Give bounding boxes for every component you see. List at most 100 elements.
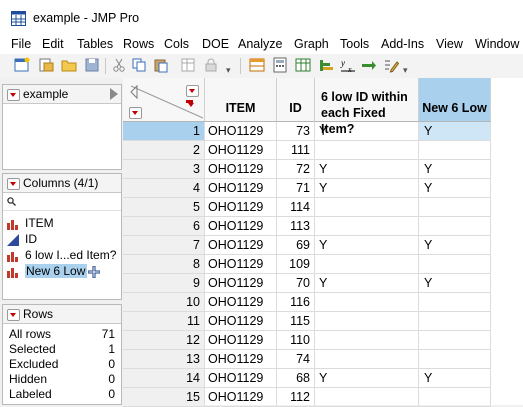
row-number[interactable]: 9 [123,274,205,293]
cell-item[interactable]: OHO1129 [205,274,277,293]
pencil-icon[interactable] [383,57,399,73]
cell-id[interactable]: 113 [277,217,315,236]
cell-new6[interactable] [419,388,491,407]
table-row[interactable]: 12 OHO1129 110 [123,331,523,350]
menu-file[interactable]: File [11,37,31,51]
columns-red-triangle-icon[interactable] [186,85,199,97]
table-icon[interactable] [295,57,311,73]
menu-add-ins[interactable]: Add-Ins [381,37,424,51]
table-row[interactable]: 15 OHO1129 112 [123,388,523,407]
cell-id[interactable]: 73 [277,122,315,141]
table-row[interactable]: 10 OHO1129 116 [123,293,523,312]
column-header-id[interactable]: ID [277,78,315,122]
menu-window[interactable]: Window [475,37,519,51]
cell-new6[interactable]: Y [419,179,491,198]
cell-new6[interactable]: Y [419,274,491,293]
cell-six[interactable] [315,255,419,274]
data-grid-icon[interactable] [249,57,265,73]
cell-six[interactable] [315,312,419,331]
cell-item[interactable]: OHO1129 [205,331,277,350]
cell-item[interactable]: OHO1129 [205,350,277,369]
cell-six[interactable] [315,217,419,236]
column-search-input[interactable] [3,193,121,211]
cell-item[interactable]: OHO1129 [205,160,277,179]
cell-id[interactable]: 109 [277,255,315,274]
menu-analyze[interactable]: Analyze [238,37,282,51]
cell-id[interactable]: 68 [277,369,315,388]
column-header-new-6-low[interactable]: New 6 Low [419,78,491,122]
column-header-item[interactable]: ITEM [205,78,277,122]
row-number[interactable]: 4 [123,179,205,198]
table-row[interactable]: 3 OHO1129 72 Y Y [123,160,523,179]
cell-id[interactable]: 110 [277,331,315,350]
table-row[interactable]: 13 OHO1129 74 [123,350,523,369]
cell-id[interactable]: 112 [277,388,315,407]
calculator-icon[interactable] [272,57,288,73]
menu-doe[interactable]: DOE [202,37,229,51]
cell-id[interactable]: 111 [277,141,315,160]
fit-y-by-x-icon[interactable]: yx [340,57,356,73]
row-number[interactable]: 11 [123,312,205,331]
cell-item[interactable]: OHO1129 [205,141,277,160]
cell-new6[interactable]: Y [419,160,491,179]
cell-new6[interactable]: Y [419,236,491,255]
table-row[interactable]: 11 OHO1129 115 [123,312,523,331]
cell-item[interactable]: OHO1129 [205,179,277,198]
table-row[interactable]: 7 OHO1129 69 Y Y [123,236,523,255]
cell-item[interactable]: OHO1129 [205,236,277,255]
copy-icon[interactable] [131,57,147,73]
cell-id[interactable]: 72 [277,160,315,179]
row-number[interactable]: 1 [123,122,205,141]
row-number[interactable]: 15 [123,388,205,407]
row-number[interactable]: 6 [123,217,205,236]
menu-view[interactable]: View [436,37,463,51]
cell-id[interactable]: 69 [277,236,315,255]
open-icon[interactable] [38,57,54,73]
cell-new6[interactable]: Y [419,122,491,141]
copy-table-icon[interactable] [180,57,196,73]
row-number[interactable]: 14 [123,369,205,388]
red-triangle-icon[interactable] [7,309,20,321]
cell-six[interactable] [315,198,419,217]
cell-id[interactable]: 70 [277,274,315,293]
cell-new6[interactable] [419,255,491,274]
cell-six[interactable]: Y [315,236,419,255]
cell-item[interactable]: OHO1129 [205,369,277,388]
cell-six[interactable]: Y [315,160,419,179]
cell-item[interactable]: OHO1129 [205,217,277,236]
cell-new6[interactable] [419,331,491,350]
cell-new6[interactable] [419,350,491,369]
cell-six[interactable] [315,293,419,312]
cell-six[interactable]: Y [315,369,419,388]
cell-six[interactable]: Y [315,179,419,198]
cell-six[interactable] [315,350,419,369]
cell-item[interactable]: OHO1129 [205,122,277,141]
row-number[interactable]: 7 [123,236,205,255]
cell-item[interactable]: OHO1129 [205,312,277,331]
column-header-6-low[interactable]: 6 low ID within each Fixed Item? [315,78,419,136]
cut-icon[interactable] [111,57,127,73]
menu-rows[interactable]: Rows [123,37,154,51]
red-triangle-icon[interactable] [7,89,20,101]
cell-item[interactable]: OHO1129 [205,255,277,274]
row-number[interactable]: 13 [123,350,205,369]
cell-id[interactable]: 74 [277,350,315,369]
cell-item[interactable]: OHO1129 [205,293,277,312]
cell-id[interactable]: 114 [277,198,315,217]
row-number[interactable]: 12 [123,331,205,350]
folder-icon[interactable] [61,57,77,73]
paste-icon[interactable] [153,57,169,73]
table-row[interactable]: 8 OHO1129 109 [123,255,523,274]
cell-new6[interactable] [419,217,491,236]
menu-edit[interactable]: Edit [42,37,64,51]
cell-id[interactable]: 116 [277,293,315,312]
cell-six[interactable]: Y [315,274,419,293]
table-row[interactable]: 9 OHO1129 70 Y Y [123,274,523,293]
collapse-icon[interactable] [110,88,118,100]
cell-new6[interactable] [419,312,491,331]
cell-id[interactable]: 71 [277,179,315,198]
row-number[interactable]: 3 [123,160,205,179]
fit-model-icon[interactable] [361,57,377,73]
corner-header[interactable] [123,78,205,122]
table-row[interactable]: 4 OHO1129 71 Y Y [123,179,523,198]
